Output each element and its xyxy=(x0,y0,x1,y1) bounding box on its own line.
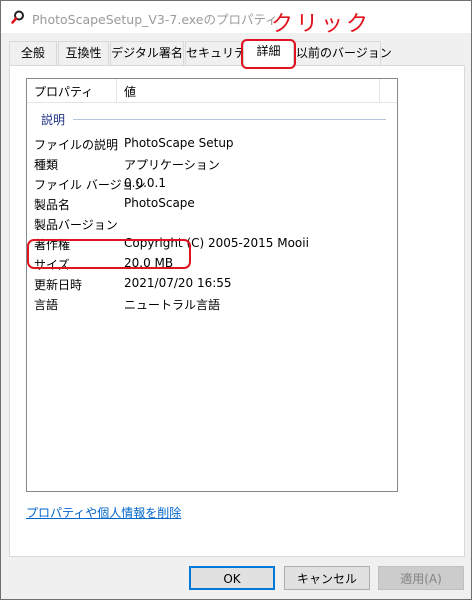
property-value: 0.0.0.1 xyxy=(124,176,166,190)
list-item[interactable]: 更新日時 2021/07/20 16:55 xyxy=(27,274,397,294)
properties-dialog: PhotoScapeSetup_V3-7.exeのプロパティ クリック 全般 互… xyxy=(0,0,472,600)
list-header: プロパティ 値 xyxy=(27,79,397,103)
apply-button[interactable]: 適用(A) xyxy=(378,566,464,590)
tab-digital-signatures[interactable]: デジタル署名 xyxy=(110,41,184,65)
ok-button[interactable]: OK xyxy=(189,566,275,590)
column-header-property[interactable]: プロパティ xyxy=(34,83,93,100)
details-panel: プロパティ 値 説明 ファイルの説明 PhotoScape Setup 種類 ア… xyxy=(9,65,465,557)
column-divider[interactable] xyxy=(379,79,380,103)
property-value: アプリケーション xyxy=(124,158,220,172)
property-name: 製品バージョン xyxy=(34,218,118,232)
property-list[interactable]: プロパティ 値 説明 ファイルの説明 PhotoScape Setup 種類 ア… xyxy=(26,78,398,492)
tab-security[interactable]: セキュリティ xyxy=(185,41,257,65)
column-header-value[interactable]: 値 xyxy=(124,83,136,100)
window-title: PhotoScapeSetup_V3-7.exeのプロパティ xyxy=(32,12,278,27)
click-annotation: クリック xyxy=(271,12,372,37)
property-value: PhotoScape xyxy=(124,196,195,210)
group-divider xyxy=(73,119,386,120)
tab-compatibility[interactable]: 互換性 xyxy=(58,41,109,65)
list-item[interactable]: 製品名 PhotoScape xyxy=(27,194,397,214)
title-bar[interactable]: PhotoScapeSetup_V3-7.exeのプロパティ xyxy=(1,1,471,33)
property-value: ニュートラル言語 xyxy=(124,298,221,312)
property-value: PhotoScape Setup xyxy=(124,136,234,150)
property-name: 種類 xyxy=(34,158,59,172)
list-item[interactable]: 製品バージョン xyxy=(27,214,397,234)
details-tab-highlight xyxy=(241,39,296,69)
tab-general[interactable]: 全般 xyxy=(9,41,57,65)
list-item[interactable]: 言語 ニュートラル言語 xyxy=(27,294,397,314)
cancel-button[interactable]: キャンセル xyxy=(284,566,370,590)
list-item[interactable]: 種類 アプリケーション xyxy=(27,154,397,174)
group-label: 説明 xyxy=(41,113,66,127)
group-header-description: 説明 xyxy=(41,111,386,127)
property-name: ファイルの説明 xyxy=(34,138,119,152)
tab-strip: 全般 互換性 デジタル署名 セキュリティ 詳細 以前のバージョン xyxy=(9,39,469,66)
tab-previous-versions[interactable]: 以前のバージョン xyxy=(295,41,392,65)
property-name: 更新日時 xyxy=(34,278,83,292)
column-divider[interactable] xyxy=(116,79,117,103)
property-name: 言語 xyxy=(34,298,59,312)
property-value: 2021/07/20 16:55 xyxy=(124,276,232,290)
size-row-highlight xyxy=(27,239,191,269)
list-item[interactable]: ファイル バージョン 0.0.0.1 xyxy=(27,174,397,194)
remove-properties-link[interactable]: プロパティや個人情報を削除 xyxy=(26,504,181,521)
magnifier-app-icon xyxy=(11,10,25,24)
list-item[interactable]: ファイルの説明 PhotoScape Setup xyxy=(27,134,397,154)
property-name: 製品名 xyxy=(34,198,71,212)
